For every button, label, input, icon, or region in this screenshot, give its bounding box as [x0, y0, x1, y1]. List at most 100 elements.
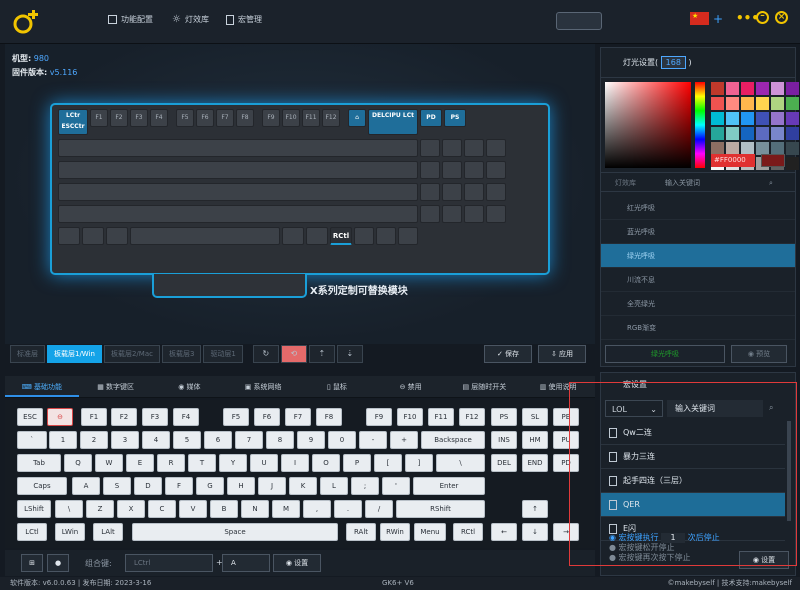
layer-onboard-2[interactable]: 板载层2/Mac — [103, 345, 160, 363]
vkey[interactable]: F7 — [285, 408, 311, 426]
key-del-preview[interactable]: DELCIPU LCt — [368, 109, 418, 135]
vkey-arrow-down[interactable]: ↓ — [522, 523, 548, 541]
reset-icon[interactable]: ⟲ — [280, 345, 307, 363]
vkey-arrow-right[interactable]: → — [553, 523, 579, 541]
vkey[interactable]: I — [281, 454, 309, 472]
tab-numpad[interactable]: ▦ 数字键区 — [79, 376, 153, 397]
key-preview[interactable]: F7 — [216, 109, 234, 127]
key-preview-icon[interactable]: ⌂ — [348, 109, 366, 127]
vkey-arrow-up[interactable]: ↑ — [522, 500, 548, 518]
vkey[interactable]: 0 — [328, 431, 356, 449]
option-release[interactable]: ● 宏按键松开停止 — [609, 543, 720, 553]
save-button[interactable]: ✓ 保存 — [484, 345, 532, 363]
nav-light-library[interactable]: ☼ 灯效库 — [172, 14, 209, 25]
vkey[interactable]: RShift — [396, 500, 485, 518]
key-preview[interactable]: F8 — [236, 109, 254, 127]
vkey[interactable]: SL — [522, 408, 548, 426]
color-swatch[interactable] — [741, 82, 754, 95]
vkey[interactable]: RWin — [380, 523, 410, 541]
vkey[interactable]: F4 — [173, 408, 199, 426]
macro-item[interactable]: 起手四连（三层） — [601, 469, 785, 493]
macro-scrollbar[interactable] — [787, 421, 791, 521]
macro-group-select[interactable]: LOL ⌄ — [605, 400, 663, 417]
color-swatch[interactable] — [771, 127, 784, 140]
close-icon[interactable]: × — [775, 11, 788, 24]
vkey[interactable]: R — [157, 454, 185, 472]
macro-item-selected[interactable]: QER — [601, 493, 785, 517]
vkey[interactable]: / — [365, 500, 393, 518]
tab-layer-toggle[interactable]: ▤ 层随时开关 — [448, 376, 522, 397]
color-swatch[interactable] — [741, 97, 754, 110]
vkey[interactable]: X — [117, 500, 145, 518]
vkey[interactable]: T — [188, 454, 216, 472]
vkey[interactable]: F9 — [366, 408, 392, 426]
key-preview[interactable]: F6 — [196, 109, 214, 127]
key-preview[interactable]: F4 — [150, 109, 168, 127]
vkey-space[interactable]: Space — [132, 523, 338, 541]
color-swatch[interactable] — [711, 112, 724, 125]
vkey[interactable]: LWin — [55, 523, 85, 541]
vkey[interactable]: J — [258, 477, 286, 495]
key-esc-preview[interactable]: LCtr ESCCtr — [58, 109, 88, 135]
vkey[interactable]: B — [210, 500, 238, 518]
tab-system[interactable]: ▣ 系统网络 — [226, 376, 300, 397]
vkey[interactable]: Tab — [17, 454, 61, 472]
vkey[interactable]: S — [103, 477, 131, 495]
vkey[interactable]: ] — [405, 454, 433, 472]
vkey[interactable]: F10 — [397, 408, 423, 426]
vkey[interactable]: INS — [491, 431, 517, 449]
vkey[interactable]: 3 — [111, 431, 139, 449]
vkey[interactable]: 4 — [142, 431, 170, 449]
effect-item[interactable]: 川流不息 — [601, 268, 795, 292]
combo-set-button[interactable]: ◉ 设置 — [273, 554, 321, 572]
tab-mouse[interactable]: ▯ 鼠标 — [300, 376, 374, 397]
combo-modifier-select[interactable]: LCtrl — [125, 554, 213, 572]
effect-item[interactable]: 红光呼吸 — [601, 196, 795, 220]
apply-button[interactable]: ⇩ 应用 — [538, 345, 586, 363]
vkey[interactable]: 1 — [49, 431, 77, 449]
selected-effect-button[interactable]: 绿光呼吸 — [605, 345, 725, 363]
color-swatch[interactable] — [756, 97, 769, 110]
vkey[interactable]: Enter — [413, 477, 485, 495]
vkey[interactable]: ` — [17, 431, 47, 449]
key-pd-preview[interactable]: PD — [420, 109, 442, 127]
preview-button[interactable]: ◉ 预览 — [731, 345, 787, 363]
color-swatch[interactable] — [741, 127, 754, 140]
option-press-again[interactable]: ● 宏按键再次按下停止 — [609, 553, 720, 563]
vkey[interactable]: F2 — [111, 408, 137, 426]
nav-function-config[interactable]: 功能配置 — [108, 14, 153, 25]
vkey[interactable]: N — [241, 500, 269, 518]
key-preview[interactable]: F9 — [262, 109, 280, 127]
vkey[interactable]: PD — [553, 454, 579, 472]
vkey[interactable]: ESC — [17, 408, 43, 426]
keyboard-thumbnail-button[interactable] — [556, 12, 602, 30]
vkey[interactable]: 6 — [204, 431, 232, 449]
vkey[interactable]: + — [390, 431, 418, 449]
vkey[interactable]: F3 — [142, 408, 168, 426]
macro-search-input[interactable]: 输入关键词 — [667, 400, 763, 417]
color-swatch[interactable] — [786, 142, 799, 155]
minimize-icon[interactable]: – — [756, 11, 769, 24]
color-swatch[interactable] — [771, 97, 784, 110]
vkey[interactable]: RCtl — [453, 523, 483, 541]
vkey[interactable]: 9 — [297, 431, 325, 449]
vkey[interactable]: Q — [64, 454, 92, 472]
color-swatch[interactable] — [786, 82, 799, 95]
vkey[interactable]: 7 — [235, 431, 263, 449]
color-swatch[interactable] — [771, 112, 784, 125]
upload-icon[interactable]: ⇡ — [308, 345, 335, 363]
vkey[interactable]: P — [343, 454, 371, 472]
effect-item-selected[interactable]: 绿光呼吸 — [601, 244, 795, 268]
key-preview[interactable]: F3 — [130, 109, 148, 127]
vkey[interactable]: . — [334, 500, 362, 518]
vkey[interactable]: HM — [522, 431, 548, 449]
vkey[interactable]: M — [272, 500, 300, 518]
hex-input[interactable]: #FF0000 — [711, 154, 755, 167]
vkey[interactable]: ; — [351, 477, 379, 495]
color-swatch[interactable] — [786, 157, 799, 170]
color-swatch[interactable] — [711, 82, 724, 95]
vkey[interactable]: U — [250, 454, 278, 472]
vkey[interactable]: F8 — [316, 408, 342, 426]
effect-item[interactable]: RGB渐变 — [601, 316, 795, 340]
vkey[interactable]: F12 — [459, 408, 485, 426]
